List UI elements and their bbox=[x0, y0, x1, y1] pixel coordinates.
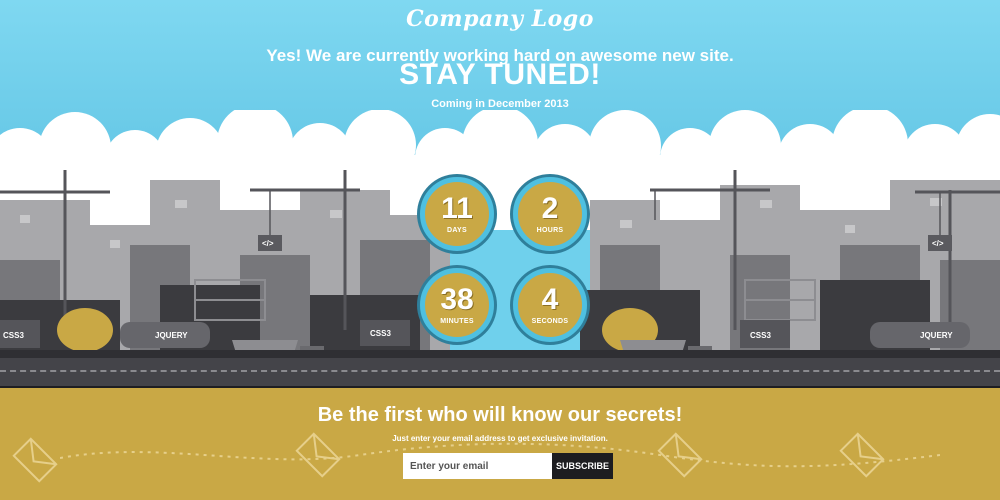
coming-soon-page: </> </> JQUERY JQUERY CSS3 CSS3 CSS3 Com… bbox=[0, 0, 1000, 500]
countdown-days: 11 DAYS bbox=[420, 177, 494, 251]
countdown-minutes-value: 38 bbox=[440, 283, 474, 316]
countdown-days-label: DAYS bbox=[446, 227, 467, 234]
countdown-hours-label: HOURS bbox=[536, 227, 564, 234]
countdown-hours-value: 2 bbox=[541, 192, 559, 225]
css3-label-middle: CSS3 bbox=[370, 329, 391, 338]
code-sign-left: </> bbox=[262, 239, 274, 248]
subscribe-button[interactable]: SUBSCRIBE bbox=[552, 453, 613, 479]
countdown-seconds: 4 SECONDS bbox=[513, 268, 587, 342]
newsletter-title: Be the first who will know our secrets! bbox=[317, 404, 683, 426]
road-line bbox=[0, 370, 1000, 372]
countdown-days-value: 11 bbox=[441, 192, 473, 225]
countdown-hours: 2 HOURS bbox=[513, 177, 587, 251]
road-curb bbox=[0, 350, 1000, 358]
company-logo[interactable]: Company Logo bbox=[0, 6, 1000, 32]
subscribe-form: SUBSCRIBE bbox=[403, 453, 613, 479]
newsletter-subtitle: Just enter your email address to get exc… bbox=[392, 434, 608, 443]
countdown-minutes-label: MINUTES bbox=[440, 318, 474, 325]
jquery-label-left: JQUERY bbox=[155, 331, 188, 340]
road bbox=[0, 358, 1000, 388]
countdown-seconds-value: 4 bbox=[541, 283, 559, 316]
css3-label-right: CSS3 bbox=[750, 331, 771, 340]
code-sign-right: </> bbox=[932, 239, 944, 248]
launch-date: Coming in December 2013 bbox=[431, 98, 569, 110]
jquery-label-right: JQUERY bbox=[920, 331, 953, 340]
countdown-minutes: 38 MINUTES bbox=[420, 268, 494, 342]
email-input[interactable] bbox=[403, 453, 552, 479]
page-title: STAY TUNED! bbox=[399, 58, 601, 91]
css3-label-left: CSS3 bbox=[3, 331, 24, 340]
countdown-seconds-label: SECONDS bbox=[531, 318, 569, 325]
